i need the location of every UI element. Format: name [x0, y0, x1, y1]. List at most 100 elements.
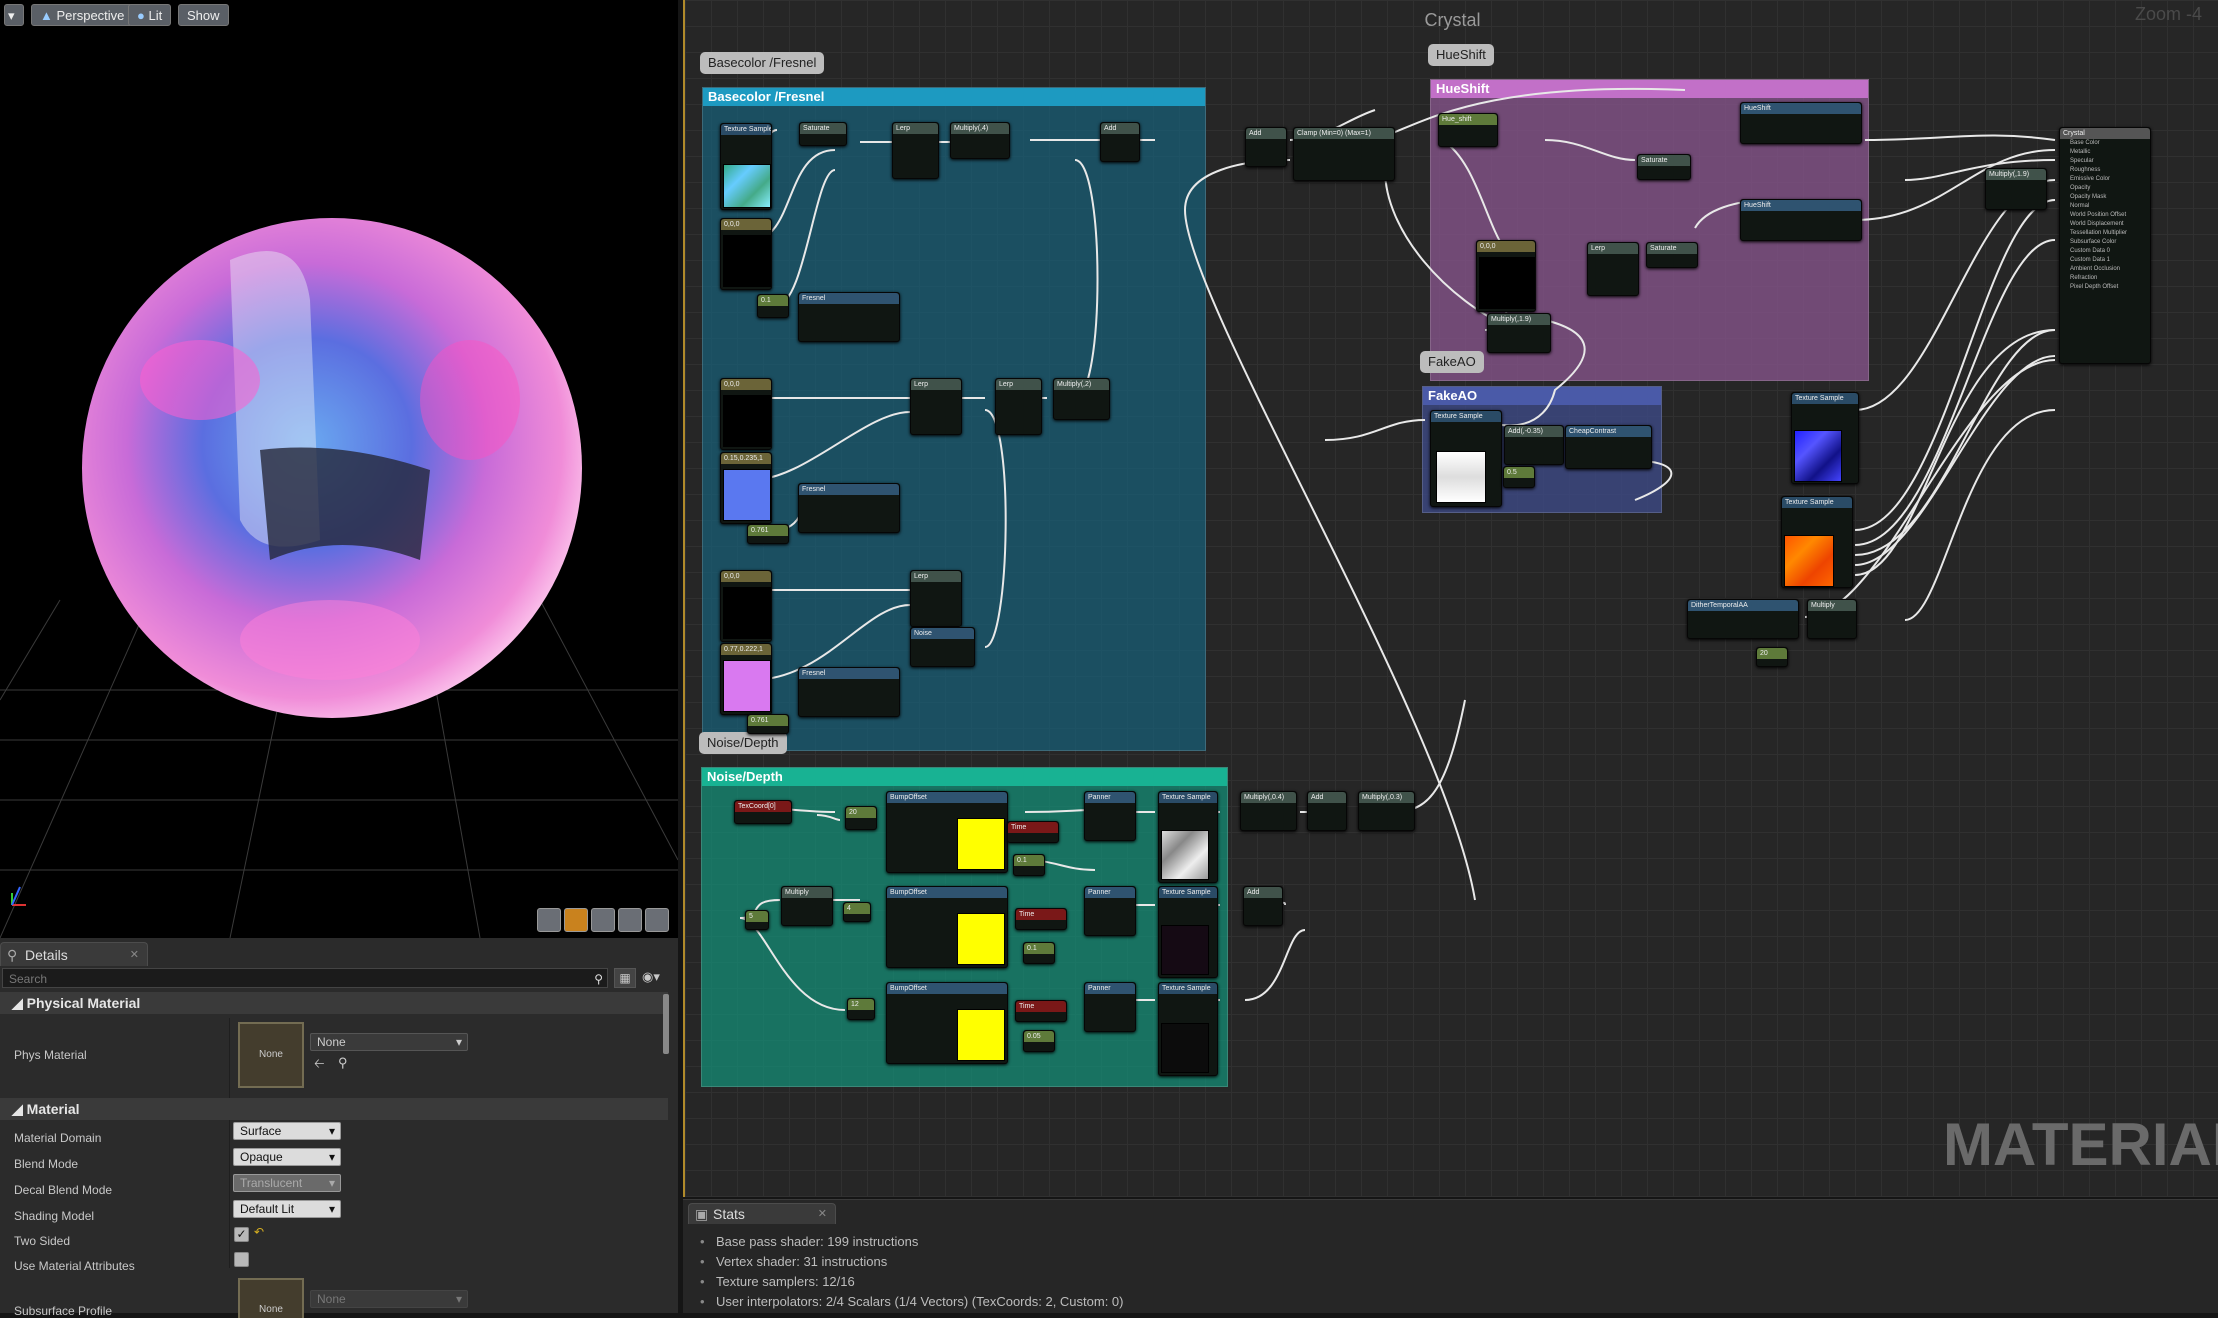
fresnel-node[interactable]: Fresnel: [798, 667, 900, 717]
details-tab[interactable]: ⚲ Details ✕: [0, 942, 148, 966]
panner-node[interactable]: Panner: [1084, 791, 1136, 841]
scalar-node[interactable]: 0.05: [1023, 1030, 1055, 1052]
constant3-node[interactable]: 0.15,0.235,1: [720, 452, 772, 524]
add-node[interactable]: Add: [1100, 122, 1140, 162]
bumpoffset-node[interactable]: BumpOffset: [886, 982, 1008, 1064]
texture-sample-node[interactable]: Texture Sample: [1158, 886, 1218, 978]
lit-button[interactable]: ● Lit: [128, 4, 172, 26]
saturate-node[interactable]: Saturate: [1646, 242, 1698, 268]
preview-sphere-button[interactable]: [564, 908, 588, 932]
material-category[interactable]: ◢ Material: [0, 1098, 668, 1120]
shading-model-combo[interactable]: Default Lit: [233, 1200, 341, 1218]
scalar-node[interactable]: 0.1: [1013, 854, 1045, 876]
scalar-node[interactable]: 20: [845, 806, 877, 830]
scalar-node[interactable]: 0.761: [747, 524, 789, 544]
root-pin[interactable]: Opacity Mask: [2060, 193, 2150, 202]
lerp-node[interactable]: Lerp: [1587, 242, 1639, 296]
multiply-node[interactable]: Multiply: [1807, 599, 1857, 639]
root-pin[interactable]: Metallic: [2060, 148, 2150, 157]
root-pin[interactable]: Custom Data 1: [2060, 256, 2150, 265]
lerp-node[interactable]: Lerp: [910, 378, 962, 435]
clamp-node[interactable]: Clamp (Min=0) (Max=1): [1293, 127, 1395, 181]
blend-mode-combo[interactable]: Opaque: [233, 1148, 341, 1166]
constant3-node[interactable]: 0,0,0: [1476, 240, 1536, 312]
constant3-node[interactable]: 0,0,0: [720, 570, 772, 642]
scalar-node[interactable]: 0.1: [1023, 942, 1055, 964]
material-graph-editor[interactable]: Crystal Zoom -4 MATERIAL Basecolor /Fres…: [683, 0, 2218, 1197]
scalar-node[interactable]: 4: [843, 902, 871, 922]
root-pin[interactable]: Roughness: [2060, 166, 2150, 175]
scalar-node[interactable]: 0.1: [757, 294, 789, 318]
preview-cylinder-button[interactable]: [537, 908, 561, 932]
show-button[interactable]: Show: [178, 4, 229, 26]
root-pin[interactable]: Ambient Occlusion: [2060, 265, 2150, 274]
hueshift-bubble[interactable]: HueShift: [1428, 44, 1494, 66]
perspective-button[interactable]: ▲ Perspective: [31, 4, 134, 26]
root-pin[interactable]: World Displacement: [2060, 220, 2150, 229]
root-pin[interactable]: Refraction: [2060, 274, 2150, 283]
multiply-node[interactable]: Multiply(,1.9): [1487, 313, 1551, 353]
preview-cube-button[interactable]: [618, 908, 642, 932]
time-node[interactable]: Time: [1015, 1000, 1067, 1022]
physical-material-category[interactable]: ◢ Physical Material: [0, 992, 668, 1014]
preview-mesh-button[interactable]: [645, 908, 669, 932]
details-search-input[interactable]: Search ⚲: [2, 968, 608, 988]
viewport-options-button[interactable]: ▾: [4, 4, 24, 26]
use-selected-icon[interactable]: 🡠: [314, 1055, 325, 1077]
texture-sample-node[interactable]: Texture Sample: [1791, 392, 1859, 484]
constant3-node[interactable]: 0,0,0: [720, 378, 772, 450]
stats-tab[interactable]: ▣ Stats ✕: [688, 1203, 836, 1224]
texture-sample-node[interactable]: Texture Sample: [720, 123, 772, 210]
root-pin[interactable]: Custom Data 0: [2060, 247, 2150, 256]
add-node[interactable]: Add: [1243, 886, 1283, 926]
details-scrollbar[interactable]: [663, 994, 669, 1054]
cheapcontrast-node[interactable]: CheapContrast: [1565, 425, 1652, 469]
noise-node[interactable]: Noise: [910, 627, 975, 667]
noise-bubble[interactable]: Noise/Depth: [699, 732, 787, 754]
fakeao-bubble[interactable]: FakeAO: [1420, 351, 1484, 373]
bumpoffset-node[interactable]: BumpOffset: [886, 791, 1008, 873]
decal-blend-mode-combo[interactable]: Translucent: [233, 1174, 341, 1192]
basecolor-bubble[interactable]: Basecolor /Fresnel: [700, 52, 825, 74]
add-node[interactable]: Add(,-0.35): [1504, 425, 1564, 465]
close-icon[interactable]: ✕: [130, 943, 139, 967]
hue-shift-parameter-node[interactable]: Hue_shift: [1438, 113, 1498, 147]
material-preview-viewport[interactable]: ▾ ▲ Perspective ● Lit Show: [0, 0, 678, 938]
texcoord-node[interactable]: TexCoord[0]: [734, 800, 792, 824]
reset-to-default-icon[interactable]: ↶: [254, 1225, 264, 1239]
constant3-node[interactable]: 0.77,0.222,1: [720, 643, 772, 715]
add-node[interactable]: Add: [1307, 791, 1347, 831]
add-node[interactable]: Add: [1245, 127, 1287, 167]
texture-sample-node[interactable]: Texture Sample: [1430, 410, 1502, 507]
multiply-node[interactable]: Multiply: [781, 886, 833, 926]
scalar-node[interactable]: 0.761: [747, 714, 789, 734]
phys-material-thumbnail[interactable]: None: [238, 1022, 304, 1088]
root-pin[interactable]: Pixel Depth Offset: [2060, 283, 2150, 292]
hueshift-function-node[interactable]: HueShift: [1740, 199, 1862, 241]
material-domain-combo[interactable]: Surface: [233, 1122, 341, 1140]
root-pin[interactable]: Normal: [2060, 202, 2150, 211]
constant3-node[interactable]: 0,0,0: [720, 218, 772, 290]
root-pin[interactable]: Emissive Color: [2060, 175, 2150, 184]
panner-node[interactable]: Panner: [1084, 982, 1136, 1032]
lerp-node[interactable]: Lerp: [995, 378, 1042, 435]
multiply-node[interactable]: Multiply(,0.3): [1358, 791, 1415, 831]
multiply-node[interactable]: Multiply(,2): [1053, 378, 1110, 420]
multiply-node[interactable]: Multiply(,1.9): [1985, 168, 2047, 210]
scalar-node[interactable]: 12: [847, 998, 875, 1020]
material-root-node[interactable]: Crystal Base Color Metallic Specular Roughn…: [2059, 127, 2151, 364]
dithertemporalaa-node[interactable]: DitherTemporalAA: [1687, 599, 1799, 639]
scalar-node[interactable]: 0.5: [1503, 466, 1535, 488]
fresnel-node[interactable]: Fresnel: [798, 292, 900, 342]
use-material-attributes-checkbox[interactable]: [234, 1252, 249, 1267]
panner-node[interactable]: Panner: [1084, 886, 1136, 936]
texture-sample-node[interactable]: Texture Sample: [1158, 791, 1218, 883]
bumpoffset-node[interactable]: BumpOffset: [886, 886, 1008, 968]
saturate-node[interactable]: Saturate: [799, 122, 847, 146]
lerp-node[interactable]: Lerp: [892, 122, 939, 179]
time-node[interactable]: Time: [1015, 908, 1067, 930]
root-pin[interactable]: Base Color: [2060, 139, 2150, 148]
two-sided-checkbox[interactable]: ✓: [234, 1227, 249, 1242]
browse-icon[interactable]: ⚲: [338, 1055, 348, 1071]
texture-sample-node[interactable]: Texture Sample: [1781, 496, 1853, 588]
